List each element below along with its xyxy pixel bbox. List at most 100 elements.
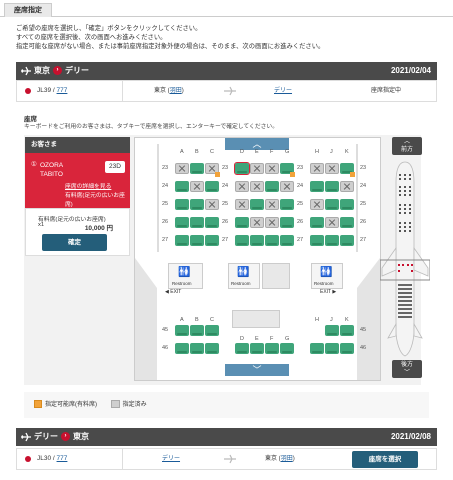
aircraft-link[interactable]: 777 <box>57 87 68 94</box>
intro-line: すべての座席を選択後、次の画面へお進みください。 <box>16 34 167 41</box>
airplane-icon <box>21 66 31 76</box>
seat-25F[interactable] <box>265 199 279 210</box>
seat-26J[interactable] <box>325 217 339 228</box>
seat-46D[interactable] <box>235 343 249 354</box>
seat-27F[interactable] <box>265 235 279 246</box>
seat-26E[interactable] <box>250 217 264 228</box>
seat-detail-link[interactable]: 座席の詳細を見る <box>65 181 111 190</box>
seat-25A[interactable] <box>175 199 189 210</box>
seat-26A[interactable] <box>175 217 189 228</box>
seat-27K[interactable] <box>340 235 354 246</box>
seat-46F[interactable] <box>265 343 279 354</box>
aircraft-minimap[interactable] <box>380 160 430 358</box>
column-letter: F <box>270 336 274 342</box>
select-seat-button[interactable]: 座席を選択 <box>352 451 418 468</box>
departure-link[interactable]: デリー <box>162 449 180 469</box>
airport-link[interactable]: 羽田 <box>281 456 293 462</box>
seat-24D[interactable] <box>235 181 249 192</box>
row-number: 45 <box>360 327 367 333</box>
seat-26B[interactable] <box>190 217 204 228</box>
seat-27H[interactable] <box>310 235 324 246</box>
seat-26D[interactable] <box>235 217 249 228</box>
seat-26C[interactable] <box>205 217 219 228</box>
seat-24A[interactable] <box>175 181 189 192</box>
seat-25C[interactable] <box>205 199 219 210</box>
paid-seat-marker <box>350 172 355 177</box>
seat-46J[interactable] <box>325 343 339 354</box>
flight1-route: 東京 › デリー <box>34 65 89 77</box>
confirm-button[interactable]: 確定 <box>42 234 107 251</box>
front-button[interactable]: ︿ 前方 <box>392 137 422 155</box>
status-text: 座席指定中 <box>371 88 402 94</box>
seat-25J[interactable] <box>325 199 339 210</box>
seat-46G[interactable] <box>280 343 294 354</box>
seat-24E[interactable] <box>250 181 264 192</box>
seat-46C[interactable] <box>205 343 219 354</box>
seat-45C[interactable] <box>205 325 219 336</box>
seat-26G[interactable] <box>280 217 294 228</box>
flight1-number: JL39 / 777 <box>17 81 123 101</box>
seat-26F[interactable] <box>265 217 279 228</box>
seat-24B[interactable] <box>190 181 204 192</box>
seat-23H[interactable] <box>310 163 324 174</box>
seat-25B[interactable] <box>190 199 204 210</box>
seat-45A[interactable] <box>175 325 189 336</box>
column-letter: G <box>285 336 290 342</box>
seat-26H[interactable] <box>310 217 324 228</box>
seat-26K[interactable] <box>340 217 354 228</box>
seat-46H[interactable] <box>310 343 324 354</box>
column-letter: C <box>210 149 214 155</box>
seat-23E[interactable] <box>250 163 264 174</box>
seat-45J[interactable] <box>325 325 339 336</box>
seat-23B[interactable] <box>190 163 204 174</box>
airport-link[interactable]: 羽田 <box>170 88 182 94</box>
row-number: 27 <box>297 237 304 243</box>
row-number: 25 <box>162 201 169 207</box>
aircraft-link[interactable]: 777 <box>57 455 68 462</box>
jal-tail-icon <box>25 88 31 94</box>
seat-27E[interactable] <box>250 235 264 246</box>
row-number: 23 <box>222 165 229 171</box>
seat-46E[interactable] <box>250 343 264 354</box>
seat-25G[interactable] <box>280 199 294 210</box>
arrival-link[interactable]: デリー <box>274 81 292 101</box>
flight1-info: JL39 / 777 東京 (羽田) デリー 座席指定中 <box>16 80 437 102</box>
scroll-down-button[interactable]: ﹀ <box>225 364 289 376</box>
seat-45B[interactable] <box>190 325 204 336</box>
seat-46A[interactable] <box>175 343 189 354</box>
tab-seat-selection[interactable]: 座席指定 <box>4 3 52 17</box>
seat-46K[interactable] <box>340 343 354 354</box>
paid-seat-swatch <box>34 400 42 409</box>
rear-button[interactable]: 後方 ﹀ <box>392 360 422 378</box>
row-number: 23 <box>297 165 304 171</box>
seat-24H[interactable] <box>310 181 324 192</box>
seat-25E[interactable] <box>250 199 264 210</box>
seat-27A[interactable] <box>175 235 189 246</box>
seat-27C[interactable] <box>205 235 219 246</box>
column-letter: D <box>240 149 244 155</box>
seat-legend: 指定可能席(有料席) 指定済み <box>24 392 429 418</box>
seat-24C[interactable] <box>205 181 219 192</box>
flight2-number: JL30 / 777 <box>17 449 123 469</box>
seat-23D[interactable] <box>234 162 250 175</box>
seat-27G[interactable] <box>280 235 294 246</box>
seat-24K[interactable] <box>340 181 354 192</box>
seat-45K[interactable] <box>340 325 354 336</box>
column-letter: J <box>330 149 333 155</box>
seat-23A[interactable] <box>175 163 189 174</box>
seat-27J[interactable] <box>325 235 339 246</box>
seat-25D[interactable] <box>235 199 249 210</box>
seat-27B[interactable] <box>190 235 204 246</box>
keyboard-note: キーボードをご利用のお客さまは、タブキーで座席を選択し、エンターキーで確定してく… <box>24 124 279 130</box>
seat-27D[interactable] <box>235 235 249 246</box>
seat-23F[interactable] <box>265 163 279 174</box>
seat-24F[interactable] <box>265 181 279 192</box>
seat-23J[interactable] <box>325 163 339 174</box>
restroom-icon: 🚻 <box>320 267 333 278</box>
seat-25K[interactable] <box>340 199 354 210</box>
seat-24G[interactable] <box>280 181 294 192</box>
seat-24J[interactable] <box>325 181 339 192</box>
seat-25H[interactable] <box>310 199 324 210</box>
passenger-card[interactable]: ① OZORA TABITO 23D 座席の詳細を見る 有料席(足元の広いお座席) <box>25 153 130 208</box>
seat-46B[interactable] <box>190 343 204 354</box>
